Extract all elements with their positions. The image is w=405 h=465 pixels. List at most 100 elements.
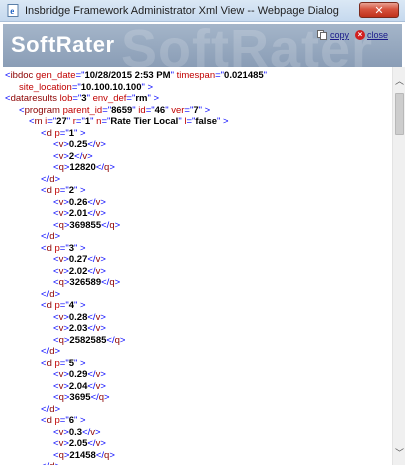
xml-token: 0.29 [68,369,88,380]
xml-token: 0.27 [68,254,88,265]
xml-token: " > [198,104,211,116]
xml-token: =" [59,185,69,196]
xml-token: p [51,127,60,139]
scrollbar-thumb[interactable] [395,93,404,135]
xml-line: <q>2582585</q> [53,335,125,346]
xml-token: 2582585 [69,334,107,346]
xml-token: =" [184,104,194,116]
xml-token: 326589 [69,277,102,288]
xml-token: =" [59,357,69,369]
xml-token: </ [95,162,105,173]
xml-line: </d> [41,346,60,357]
copy-icon [316,30,328,40]
xml-token: > [109,162,115,173]
xml-token: > [100,438,106,449]
xml-token: 0.3 [68,426,83,438]
xml-token: site_location [19,81,72,93]
scroll-up-icon[interactable]: ︿ [393,73,405,87]
xml-token: </ [87,323,96,334]
xml-line: <v>2.03</v> [53,323,106,334]
xml-token: " > [74,357,86,369]
svg-text:e: e [10,6,14,16]
xml-token: 0.021485 [224,70,264,81]
xml-line: <v>0.25</v> [53,139,106,150]
xml-token: ibdoc [10,70,34,81]
xml-token: > [100,208,106,219]
xml-line: <v>2.02</v> [53,266,106,277]
xml-view: <ibdoc gen_date="10/28/2015 2:53 PM" tim… [3,67,392,465]
xml-token: 12820 [69,162,96,173]
xml-token: > [100,380,106,392]
xml-token: " > [74,242,86,254]
close-icon: ✕ [374,3,384,17]
xml-line: </d> [41,461,60,465]
xml-token: =" [126,93,136,104]
window-title: Insbridge Framework Administrator Xml Vi… [25,4,339,17]
xml-token: </ [41,231,50,242]
xml-token: timespan [173,70,216,81]
xml-token: =" [59,127,69,139]
xml-token: 2.03 [68,323,88,334]
window-close-button[interactable]: ✕ [359,2,399,18]
xml-token: " > [74,127,86,139]
vertical-scrollbar[interactable]: ︿ ﹀ [392,67,405,465]
xml-token: 10.100.10.100 [80,81,142,93]
xml-token: " > [74,185,86,196]
xml-line: site_location="10.100.10.100" > [19,82,153,93]
xml-token: =" [72,93,82,104]
xml-token: > [95,426,101,438]
xml-line: <v>2</v> [53,151,93,162]
xml-token: " > [147,93,160,104]
xml-line: <q>3695</q> [53,392,110,403]
xml-line: <program parent_id="8659" id="46" ver="7… [19,105,210,116]
copy-link[interactable]: copy [330,30,349,40]
xml-token: p [51,242,60,254]
xml-line: <q>12820</q> [53,162,115,173]
xml-token: 27 [56,116,67,127]
xml-token: 0.25 [68,139,88,150]
xml-token: 8659 [111,104,133,116]
xml-token: 369855 [69,219,102,231]
xml-line: <d p="4" > [41,300,86,311]
xml-line: </d> [41,231,60,242]
close-link[interactable]: close [367,30,388,40]
xml-token: program [24,104,60,116]
xml-token: </ [87,265,96,277]
xml-token: p [51,300,60,311]
xml-line: <v>0.27</v> [53,254,106,265]
xml-token: > [100,323,106,334]
xml-token: p [51,357,60,369]
xml-token: > [100,254,106,265]
xml-token: > [100,139,106,150]
xml-token: > [54,461,60,465]
xml-token: 10/28/2015 2:53 PM [84,70,171,81]
brand-logo: SoftRater [11,32,115,57]
xml-token: 2.01 [68,208,88,219]
xml-token: dataresults [10,93,58,104]
xml-line: <q>369855</q> [53,220,120,231]
xml-token: </ [87,311,96,323]
xml-token: </ [90,392,99,403]
xml-token: =" [75,116,85,127]
close-action[interactable]: × close [354,30,388,40]
xml-line: <v>0.29</v> [53,369,106,380]
xml-token: </ [95,449,105,461]
xml-token: 2.04 [68,380,88,392]
xml-token: Rate Tier Local [110,116,179,127]
xml-token: </ [87,139,96,150]
xml-token: </ [87,196,96,208]
xml-token: </ [87,254,96,265]
xml-line: <q>326589</q> [53,277,120,288]
xml-token: </ [41,461,49,465]
xml-token: > [114,219,121,231]
xml-line: <d p="6" > [41,415,86,426]
xml-token: > [100,196,106,208]
xml-token: =" [59,242,69,254]
copy-action[interactable]: copy [316,30,349,40]
xml-token: " [263,70,268,81]
xml-token: =" [215,70,225,81]
xml-token: " > [141,81,154,93]
xml-token: > [54,346,61,357]
xml-token: =" [47,116,57,127]
scroll-down-icon[interactable]: ﹀ [393,445,405,459]
